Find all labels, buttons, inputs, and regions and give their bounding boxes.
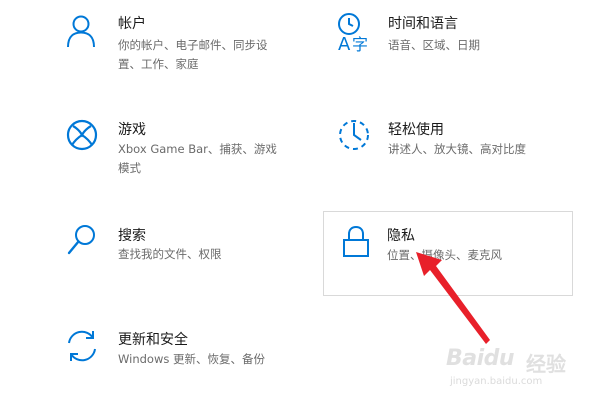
svg-text:A: A xyxy=(338,34,351,52)
settings-tile-description: 你的帐户、电子邮件、同步设 置、工作、家庭 xyxy=(118,38,268,71)
settings-tile-description: Xbox Game Bar、捕获、游戏 模式 xyxy=(118,142,277,175)
settings-tile-description: 讲述人、放大镜、高对比度 xyxy=(388,142,526,156)
settings-tile-title: 时间和语言 xyxy=(388,16,458,32)
watermark-brand: Baidu xyxy=(446,346,515,371)
settings-tile-gaming[interactable]: 游戏 Xbox Game Bar、捕获、游戏 模式 xyxy=(50,112,300,182)
person-icon xyxy=(66,14,96,48)
settings-tile-title: 搜索 xyxy=(118,228,146,244)
settings-tile-title: 帐户 xyxy=(118,16,146,32)
ease-of-access-icon xyxy=(337,118,371,152)
search-icon xyxy=(66,223,98,259)
settings-page: 帐户 你的帐户、电子邮件、同步设 置、工作、家庭 A 字 时间和语言 语音、区域… xyxy=(0,0,600,400)
settings-tile-privacy[interactable]: 隐私 位置、摄像头、麦克风 xyxy=(323,211,573,296)
settings-tile-title: 轻松使用 xyxy=(388,122,444,138)
time-language-icon: A 字 xyxy=(337,12,373,52)
settings-tile-description: 查找我的文件、权限 xyxy=(118,247,222,261)
watermark-jingyan: 经验 xyxy=(526,352,566,376)
settings-tile-title: 隐私 xyxy=(387,228,415,244)
watermark-url: jingyan.baidu.com xyxy=(450,376,543,387)
settings-tile-search[interactable]: 搜索 查找我的文件、权限 xyxy=(50,218,300,288)
settings-tile-title: 更新和安全 xyxy=(118,332,188,348)
settings-tile-description: Windows 更新、恢复、备份 xyxy=(118,352,265,366)
settings-tile-time-language[interactable]: A 字 时间和语言 语音、区域、日期 xyxy=(325,6,575,76)
baidu-jingyan-watermark: Baidu 经验 jingyan.baidu.com xyxy=(446,340,586,396)
settings-tile-accounts[interactable]: 帐户 你的帐户、电子邮件、同步设 置、工作、家庭 xyxy=(50,6,300,76)
settings-tile-title: 游戏 xyxy=(118,122,146,138)
settings-tile-description: 语音、区域、日期 xyxy=(388,38,480,52)
settings-tile-ease-of-access[interactable]: 轻松使用 讲述人、放大镜、高对比度 xyxy=(325,112,575,182)
update-sync-icon xyxy=(64,328,100,364)
settings-tile-update-security[interactable]: 更新和安全 Windows 更新、恢复、备份 xyxy=(50,322,300,392)
svg-text:字: 字 xyxy=(352,35,368,52)
lock-icon xyxy=(341,225,371,259)
xbox-icon xyxy=(66,119,98,151)
settings-tile-description: 位置、摄像头、麦克风 xyxy=(387,248,502,262)
